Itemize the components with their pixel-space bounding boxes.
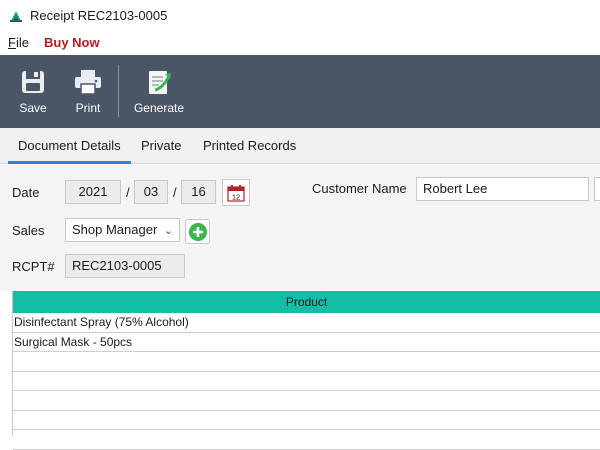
- svg-text:12: 12: [232, 192, 240, 201]
- generate-label: Generate: [133, 101, 185, 115]
- table-row[interactable]: [13, 372, 600, 391]
- menu-bar: File Buy Now: [0, 31, 600, 55]
- rcpt-number-field: REC2103-0005: [65, 254, 185, 278]
- date-month-field[interactable]: 03: [134, 180, 168, 204]
- table-row[interactable]: [13, 391, 600, 411]
- printer-icon: [73, 67, 103, 97]
- date-label: Date: [12, 185, 40, 200]
- print-label: Print: [75, 101, 101, 115]
- print-button[interactable]: Print: [66, 55, 110, 128]
- menu-buy-now[interactable]: Buy Now: [44, 35, 100, 50]
- rcpt-label: RCPT#: [12, 259, 55, 274]
- document-details-form: Date 2021 / 03 / 16 12 Customer Name Rob…: [0, 165, 600, 291]
- chevron-down-icon: ⌄: [163, 225, 173, 237]
- tab-private[interactable]: Private: [131, 128, 191, 164]
- add-sales-button[interactable]: [185, 219, 210, 244]
- toolbar: Save Print Generate: [0, 55, 600, 128]
- sales-selected-value: Shop Manager: [72, 222, 158, 237]
- save-icon: [18, 67, 48, 97]
- customer-lookup-button[interactable]: [594, 177, 600, 201]
- table-row[interactable]: Surgical Mask - 50pcs: [13, 333, 600, 352]
- plus-circle-icon: [188, 222, 207, 241]
- table-row[interactable]: [13, 411, 600, 430]
- generate-button[interactable]: Generate: [128, 55, 190, 128]
- save-button[interactable]: Save: [12, 55, 54, 128]
- date-day-field[interactable]: 16: [181, 180, 216, 204]
- window-title: Receipt REC2103-0005: [30, 8, 168, 23]
- grid-header-product[interactable]: Product: [13, 291, 600, 313]
- table-row[interactable]: [13, 430, 600, 450]
- date-year-field[interactable]: 2021: [65, 180, 121, 204]
- tab-printed-records[interactable]: Printed Records: [193, 128, 306, 164]
- customer-name-label: Customer Name: [312, 181, 407, 196]
- date-separator: /: [126, 185, 130, 200]
- customer-name-input[interactable]: Robert Lee: [416, 177, 589, 201]
- app-logo-icon: [10, 11, 22, 22]
- menu-file[interactable]: File: [8, 35, 29, 50]
- sales-label: Sales: [12, 223, 45, 238]
- product-grid: Product Disinfectant Spray (75% Alcohol)…: [12, 291, 600, 450]
- table-row[interactable]: Disinfectant Spray (75% Alcohol): [13, 313, 600, 333]
- date-separator: /: [173, 185, 177, 200]
- tab-document-details[interactable]: Document Details: [8, 128, 131, 164]
- calendar-icon: 12: [227, 184, 245, 202]
- title-bar: Receipt REC2103-0005: [0, 0, 600, 31]
- save-label: Save: [19, 101, 47, 115]
- generate-document-icon: [144, 67, 174, 97]
- calendar-button[interactable]: 12: [222, 179, 250, 206]
- table-row[interactable]: [13, 352, 600, 372]
- tab-bar: Document Details Private Printed Records: [0, 128, 600, 164]
- toolbar-separator: [118, 65, 119, 117]
- sales-select[interactable]: Shop Manager ⌄: [65, 218, 180, 242]
